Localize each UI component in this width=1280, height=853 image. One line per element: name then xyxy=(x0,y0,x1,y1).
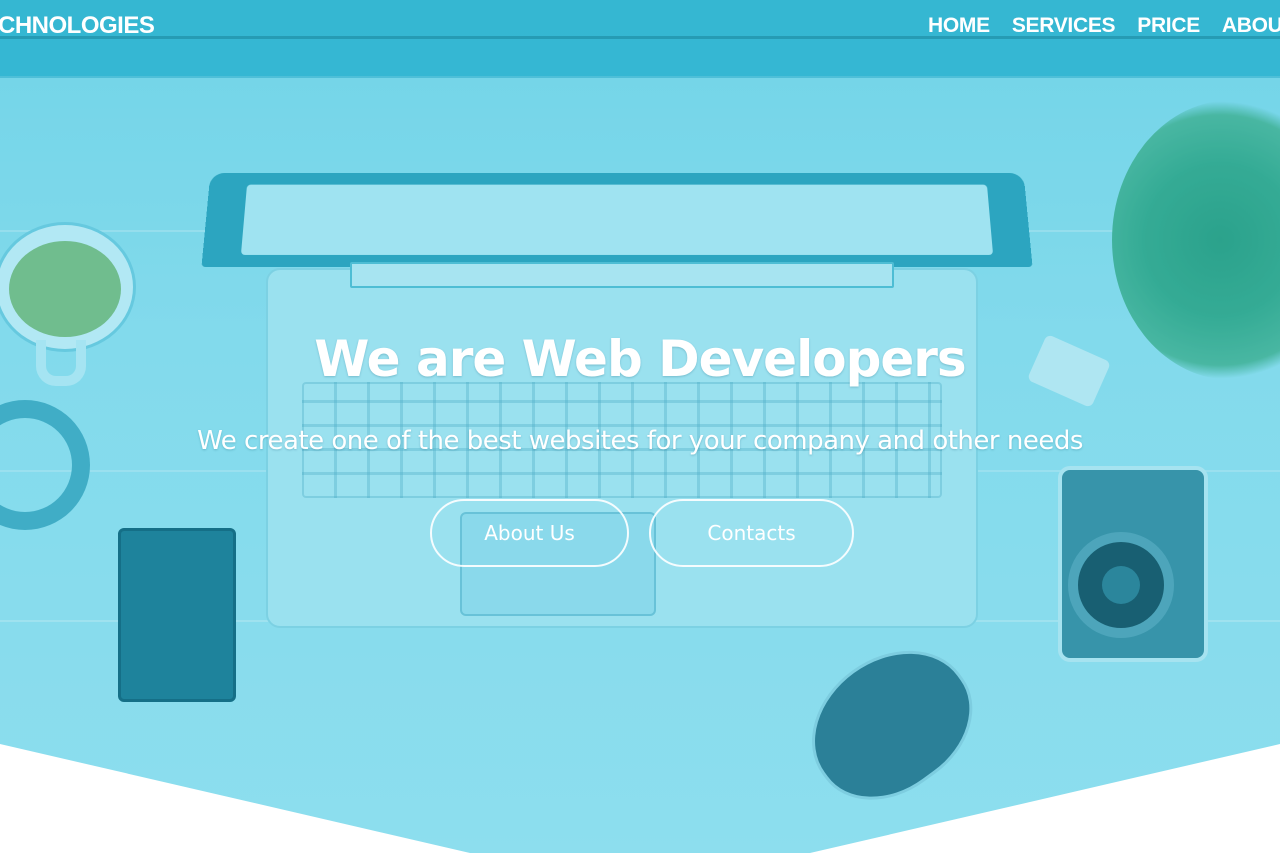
hero-subtitle: We create one of the best websites for y… xyxy=(197,426,1083,456)
main-nav: HOME SERVICES PRICE ABOUT xyxy=(928,14,1280,38)
hero-title: We are Web Developers xyxy=(314,330,966,388)
nav-item-price[interactable]: PRICE xyxy=(1137,14,1200,38)
about-us-button[interactable]: About Us xyxy=(430,499,629,567)
brand-logo-text[interactable]: CHNOLOGIES xyxy=(0,12,155,40)
nav-item-home[interactable]: HOME xyxy=(928,14,990,38)
contacts-button[interactable]: Contacts xyxy=(649,499,854,567)
hero-section: We are Web Developers We create one of t… xyxy=(0,0,1280,853)
top-navigation-bar: CHNOLOGIES HOME SERVICES PRICE ABOUT xyxy=(0,0,1280,78)
nav-item-about[interactable]: ABOUT xyxy=(1222,14,1280,38)
nav-item-services[interactable]: SERVICES xyxy=(1012,14,1116,38)
